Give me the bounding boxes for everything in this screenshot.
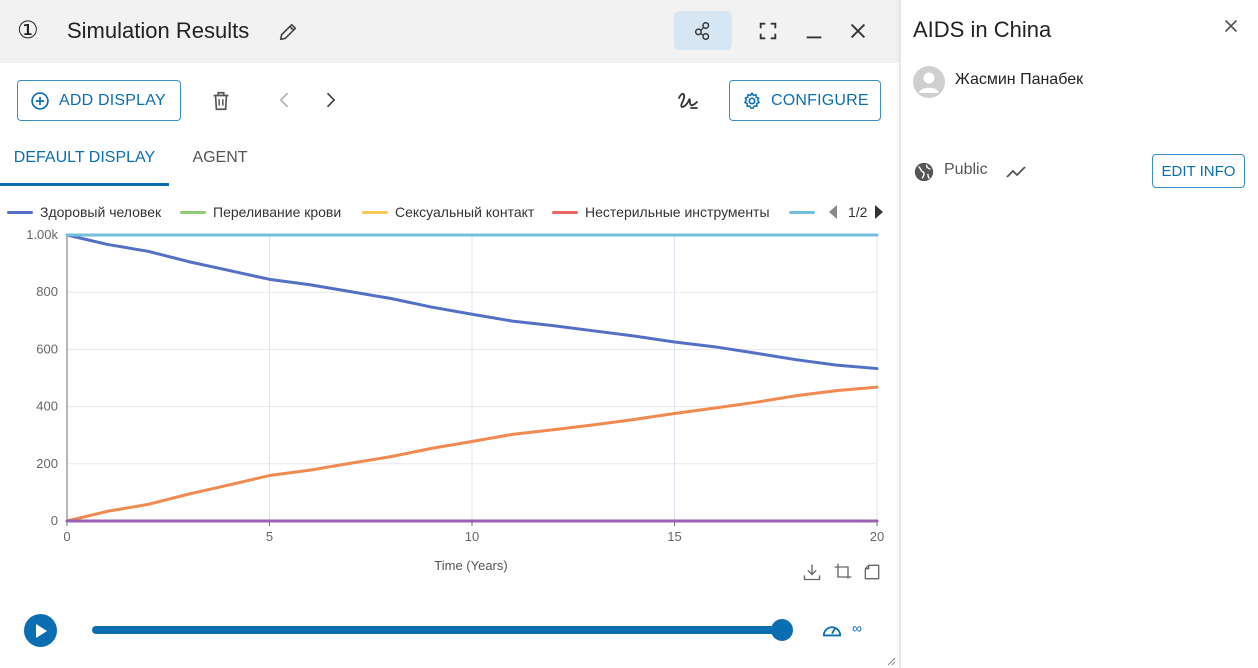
y-tick-label: 600	[36, 341, 58, 356]
scribble-icon[interactable]	[676, 89, 700, 113]
chart-ticks: 0 200 400 600 800 1.00k 0 5 10 15 20	[26, 227, 884, 544]
resize-handle-icon[interactable]	[886, 656, 896, 666]
y-tick-label: 1.00k	[26, 227, 58, 242]
chevron-right-icon[interactable]	[320, 90, 340, 110]
model-title: AIDS in China	[913, 17, 1052, 42]
close-panel-icon[interactable]	[1220, 15, 1242, 37]
play-icon	[35, 623, 47, 638]
person-icon	[919, 72, 939, 93]
x-tick-label: 0	[63, 529, 70, 544]
gear-icon	[744, 91, 760, 109]
x-tick-label: 10	[465, 529, 479, 544]
add-display-button[interactable]: ADD DISPLAY	[17, 80, 181, 121]
legend-item-5[interactable]	[789, 200, 822, 224]
add-circle-icon	[31, 91, 49, 110]
crop-zoom-icon[interactable]	[833, 562, 853, 582]
display-tabs: DEFAULT DISPLAY AGENT	[0, 140, 899, 186]
legend-next-icon[interactable]	[873, 204, 885, 220]
chevron-left-icon[interactable]	[275, 90, 295, 110]
window-number: ①	[17, 17, 39, 44]
simulation-results-panel: ① Simulation Results ADD DISPLAY CONFIGU…	[0, 0, 899, 668]
display-toolbar: ADD DISPLAY CONFIGURE	[0, 63, 899, 135]
legend-item-transfusion[interactable]: Переливание крови	[180, 200, 341, 224]
chart-grid	[66, 234, 878, 522]
title-bar: ① Simulation Results	[0, 0, 899, 63]
chart-legend: Здоровый человек Переливание крови Сексу…	[0, 200, 899, 224]
window-title: Simulation Results	[67, 18, 250, 43]
speed-value: ∞	[852, 620, 862, 636]
edit-info-button[interactable]: EDIT INFO	[1152, 154, 1245, 188]
pencil-icon[interactable]	[277, 21, 299, 43]
tab-agent[interactable]: AGENT	[169, 140, 271, 186]
legend-swatch	[552, 210, 578, 214]
nodes-icon	[694, 21, 710, 40]
close-icon[interactable]	[847, 20, 869, 42]
legend-item-nonsterile-instruments[interactable]: Нестерильные инструменты	[552, 200, 770, 224]
legend-swatch	[789, 210, 815, 214]
timeline-slider-thumb[interactable]	[771, 619, 793, 641]
visibility-label: Public	[944, 161, 988, 178]
legend-swatch	[7, 210, 33, 214]
add-display-label: ADD DISPLAY	[59, 91, 166, 109]
playback-controls: ∞	[0, 600, 899, 660]
trash-icon[interactable]	[210, 89, 232, 113]
legend-swatch	[180, 210, 206, 214]
x-tick-label: 15	[667, 529, 681, 544]
x-tick-label: 20	[870, 529, 884, 544]
legend-prev-icon[interactable]	[827, 204, 839, 220]
zoom-reset-icon[interactable]	[862, 562, 882, 582]
trending-icon	[1006, 166, 1026, 178]
author-name[interactable]: Жасмин Панабек	[955, 71, 1083, 89]
legend-item-sexual-contact[interactable]: Сексуальный контакт	[362, 200, 534, 224]
tab-default-display[interactable]: DEFAULT DISPLAY	[0, 140, 169, 186]
line-chart: 0 200 400 600 800 1.00k 0 5 10 15 20 Time (Years)	[26, 227, 884, 573]
y-tick-label: 0	[51, 513, 58, 528]
y-tick-label: 800	[36, 284, 58, 299]
info-side-panel: AIDS in China Жасмин Панабек Public EDIT…	[901, 0, 1258, 668]
configure-button[interactable]: CONFIGURE	[729, 80, 881, 121]
configure-label: CONFIGURE	[771, 91, 869, 109]
speedometer-icon[interactable]	[821, 620, 843, 640]
x-tick-label: 5	[266, 529, 273, 544]
y-tick-label: 200	[36, 456, 58, 471]
avatar	[913, 66, 945, 98]
legend-pager: 1/2	[827, 200, 885, 224]
globe-icon	[914, 162, 934, 182]
timeline-slider[interactable]	[92, 619, 793, 641]
x-axis-title: Time (Years)	[434, 558, 507, 573]
legend-label: Переливание крови	[213, 204, 342, 220]
legend-label: Сексуальный контакт	[395, 204, 535, 220]
y-tick-label: 400	[36, 399, 58, 414]
legend-label: Нестерильные инструменты	[585, 204, 770, 220]
fullscreen-icon[interactable]	[757, 20, 779, 42]
legend-label: Здоровый человек	[40, 204, 162, 220]
share-nodes-button[interactable]	[674, 11, 732, 50]
download-icon[interactable]	[802, 562, 822, 582]
play-button[interactable]	[24, 614, 57, 647]
legend-page: 1/2	[848, 204, 868, 220]
legend-swatch	[362, 210, 388, 214]
legend-item-healthy[interactable]: Здоровый человек	[7, 200, 161, 224]
minimize-icon[interactable]	[803, 20, 825, 42]
